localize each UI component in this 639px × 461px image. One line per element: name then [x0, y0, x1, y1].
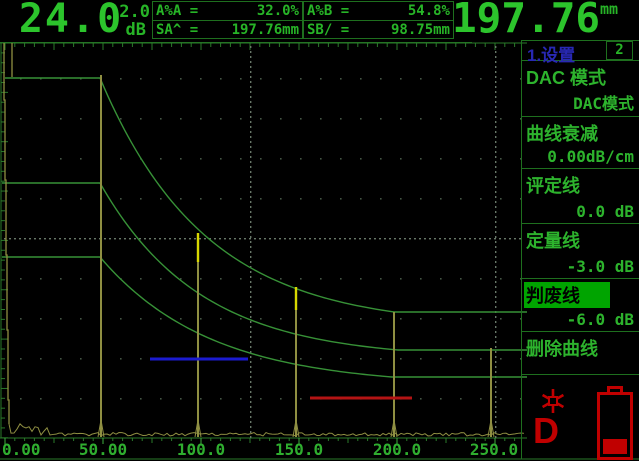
ut-flaw-detector-screen: 24.0 2.0 dB A%A = 32.0% SA^ = 197.76mm A… — [0, 0, 639, 461]
sidebar-item-dac-mode[interactable]: DAC 模式 DAC模式 — [522, 61, 639, 117]
menu-item-label: 判废线 — [524, 282, 610, 308]
menu-item-value: 0.00dB/cm — [524, 147, 636, 166]
sidebar-item-rejection-line[interactable]: 判废线 -6.0 dB — [522, 279, 639, 332]
probe-mode-letter: D — [533, 410, 559, 452]
x-axis-label: 200.0 — [373, 440, 421, 459]
menu-item-value: 0.0 dB — [524, 202, 636, 221]
battery-body — [597, 392, 633, 460]
menu-item-label: 删除曲线 — [524, 335, 600, 361]
sidebar-item-delete-curve[interactable]: 删除曲线 — [522, 332, 639, 375]
x-axis-label: 150.0 — [275, 440, 323, 459]
menu-item-label: 评定线 — [524, 172, 582, 198]
sidebar-menu: DAC 模式 DAC模式 曲线衰减 0.00dB/cm 评定线 0.0 dB 定… — [522, 61, 639, 375]
menu-item-label: 曲线衰减 — [524, 120, 600, 146]
sidebar-item-curve-attenuation[interactable]: 曲线衰减 0.00dB/cm — [522, 117, 639, 169]
x-axis-label: 50.00 — [79, 440, 127, 459]
menu-page-number[interactable]: 2 — [606, 41, 633, 60]
x-axis-label: 100.0 — [177, 440, 225, 459]
menu-item-label: DAC 模式 — [524, 64, 608, 90]
menu-item-value: -6.0 dB — [524, 310, 636, 329]
x-axis-label: 0.00 — [2, 440, 41, 459]
battery-low-icon — [597, 386, 633, 460]
sidebar-item-quantification-line[interactable]: 定量线 -3.0 dB — [522, 224, 639, 279]
menu-item-label: 定量线 — [524, 227, 582, 253]
menu-item-value: -3.0 dB — [524, 257, 636, 276]
sidebar-item-evaluation-line[interactable]: 评定线 0.0 dB — [522, 169, 639, 224]
menu-item-value: DAC模式 — [524, 90, 636, 114]
x-axis-label: 250.0 — [470, 440, 518, 459]
battery-fill — [603, 439, 627, 454]
